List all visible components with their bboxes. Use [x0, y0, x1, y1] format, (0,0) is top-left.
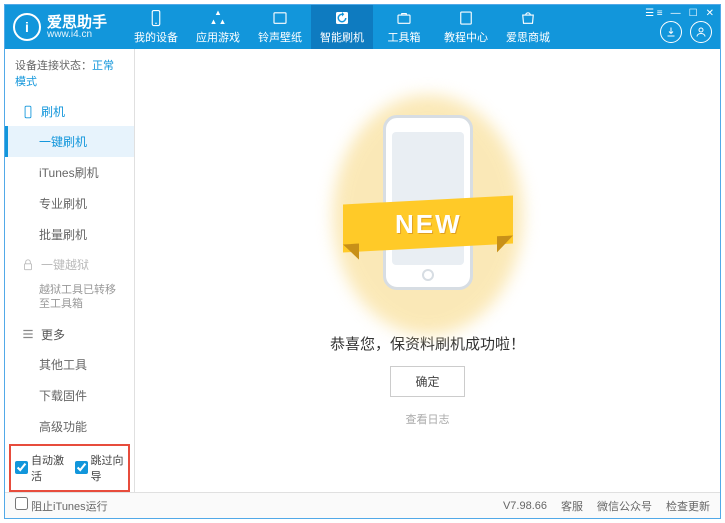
nav-toolbox[interactable]: 工具箱	[373, 5, 435, 49]
conn-status: 设备连接状态：正常模式	[5, 49, 134, 97]
chk-skipguide[interactable]: 跳过向导	[75, 452, 125, 484]
section-jailbreak: 一键越狱	[5, 250, 134, 279]
download-button[interactable]	[660, 21, 682, 43]
nav-ringtones[interactable]: 铃声壁纸	[249, 5, 311, 49]
check-update[interactable]: 检查更新	[666, 498, 710, 514]
sidebar-item-oneclick[interactable]: 一键刷机	[5, 126, 134, 157]
phone-icon	[21, 105, 35, 119]
sidebar-item-other[interactable]: 其他工具	[5, 349, 134, 380]
menu-icon[interactable]: ☰ ≡	[645, 8, 663, 19]
phone-graphic: NEW	[353, 115, 503, 315]
window-controls: ☰ ≡ — ☐ ✕	[645, 8, 714, 19]
apps-icon	[209, 9, 227, 27]
app-url: www.i4.cn	[47, 30, 107, 40]
wallpaper-icon	[271, 9, 289, 27]
nav-mydevice[interactable]: 我的设备	[125, 5, 187, 49]
chk-autoactivate[interactable]: 自动激活	[15, 452, 65, 484]
main-panel: NEW 恭喜您，保资料刷机成功啦！ 确定 查看日志	[135, 49, 720, 492]
store-icon	[519, 9, 537, 27]
support-link[interactable]: 客服	[561, 498, 583, 514]
minimize-icon[interactable]: —	[671, 8, 681, 19]
version-label: V7.98.66	[503, 500, 547, 512]
checkbox-row: 自动激活 跳过向导	[9, 444, 130, 492]
ok-button[interactable]: 确定	[390, 366, 464, 397]
toolbox-icon	[395, 9, 413, 27]
new-ribbon: NEW	[343, 195, 513, 252]
close-icon[interactable]: ✕	[706, 8, 714, 19]
wechat-link[interactable]: 微信公众号	[597, 498, 652, 514]
nav-tutorial[interactable]: 教程中心	[435, 5, 497, 49]
chk-block-itunes[interactable]: 阻止iTunes运行	[15, 497, 108, 514]
view-log[interactable]: 查看日志	[406, 411, 450, 427]
section-more[interactable]: 更多	[5, 320, 134, 349]
sidebar-item-advanced[interactable]: 高级功能	[5, 411, 134, 442]
section-flash[interactable]: 刷机	[5, 97, 134, 126]
logo: i 爱思助手 www.i4.cn	[13, 13, 107, 41]
app-name: 爱思助手	[47, 15, 107, 30]
sidebar-item-download[interactable]: 下载固件	[5, 380, 134, 411]
nav-apps[interactable]: 应用游戏	[187, 5, 249, 49]
nav-flash[interactable]: 智能刷机	[311, 5, 373, 49]
maximize-icon[interactable]: ☐	[689, 8, 698, 19]
user-button[interactable]	[690, 21, 712, 43]
sidebar: 设备连接状态：正常模式 刷机 一键刷机 iTunes刷机 专业刷机 批量刷机 一…	[5, 49, 135, 492]
refresh-icon	[333, 9, 351, 27]
sidebar-item-itunes[interactable]: iTunes刷机	[5, 157, 134, 188]
success-msg: 恭喜您，保资料刷机成功啦！	[330, 333, 525, 354]
list-icon	[21, 327, 35, 341]
lock-icon	[21, 258, 35, 272]
titlebar: i 爱思助手 www.i4.cn 我的设备 应用游戏 铃声壁纸 智能刷机 工具箱…	[5, 5, 720, 49]
sidebar-item-batch[interactable]: 批量刷机	[5, 219, 134, 250]
sidebar-item-pro[interactable]: 专业刷机	[5, 188, 134, 219]
window: i 爱思助手 www.i4.cn 我的设备 应用游戏 铃声壁纸 智能刷机 工具箱…	[4, 4, 721, 519]
nav-store[interactable]: 爱思商城	[497, 5, 559, 49]
phone-icon	[147, 9, 165, 27]
jailbreak-note: 越狱工具已转移至工具箱	[5, 279, 134, 320]
statusbar: 阻止iTunes运行 V7.98.66 客服 微信公众号 检查更新	[5, 492, 720, 518]
book-icon	[457, 9, 475, 27]
logo-icon: i	[13, 13, 41, 41]
top-nav: 我的设备 应用游戏 铃声壁纸 智能刷机 工具箱 教程中心 爱思商城	[125, 5, 559, 49]
